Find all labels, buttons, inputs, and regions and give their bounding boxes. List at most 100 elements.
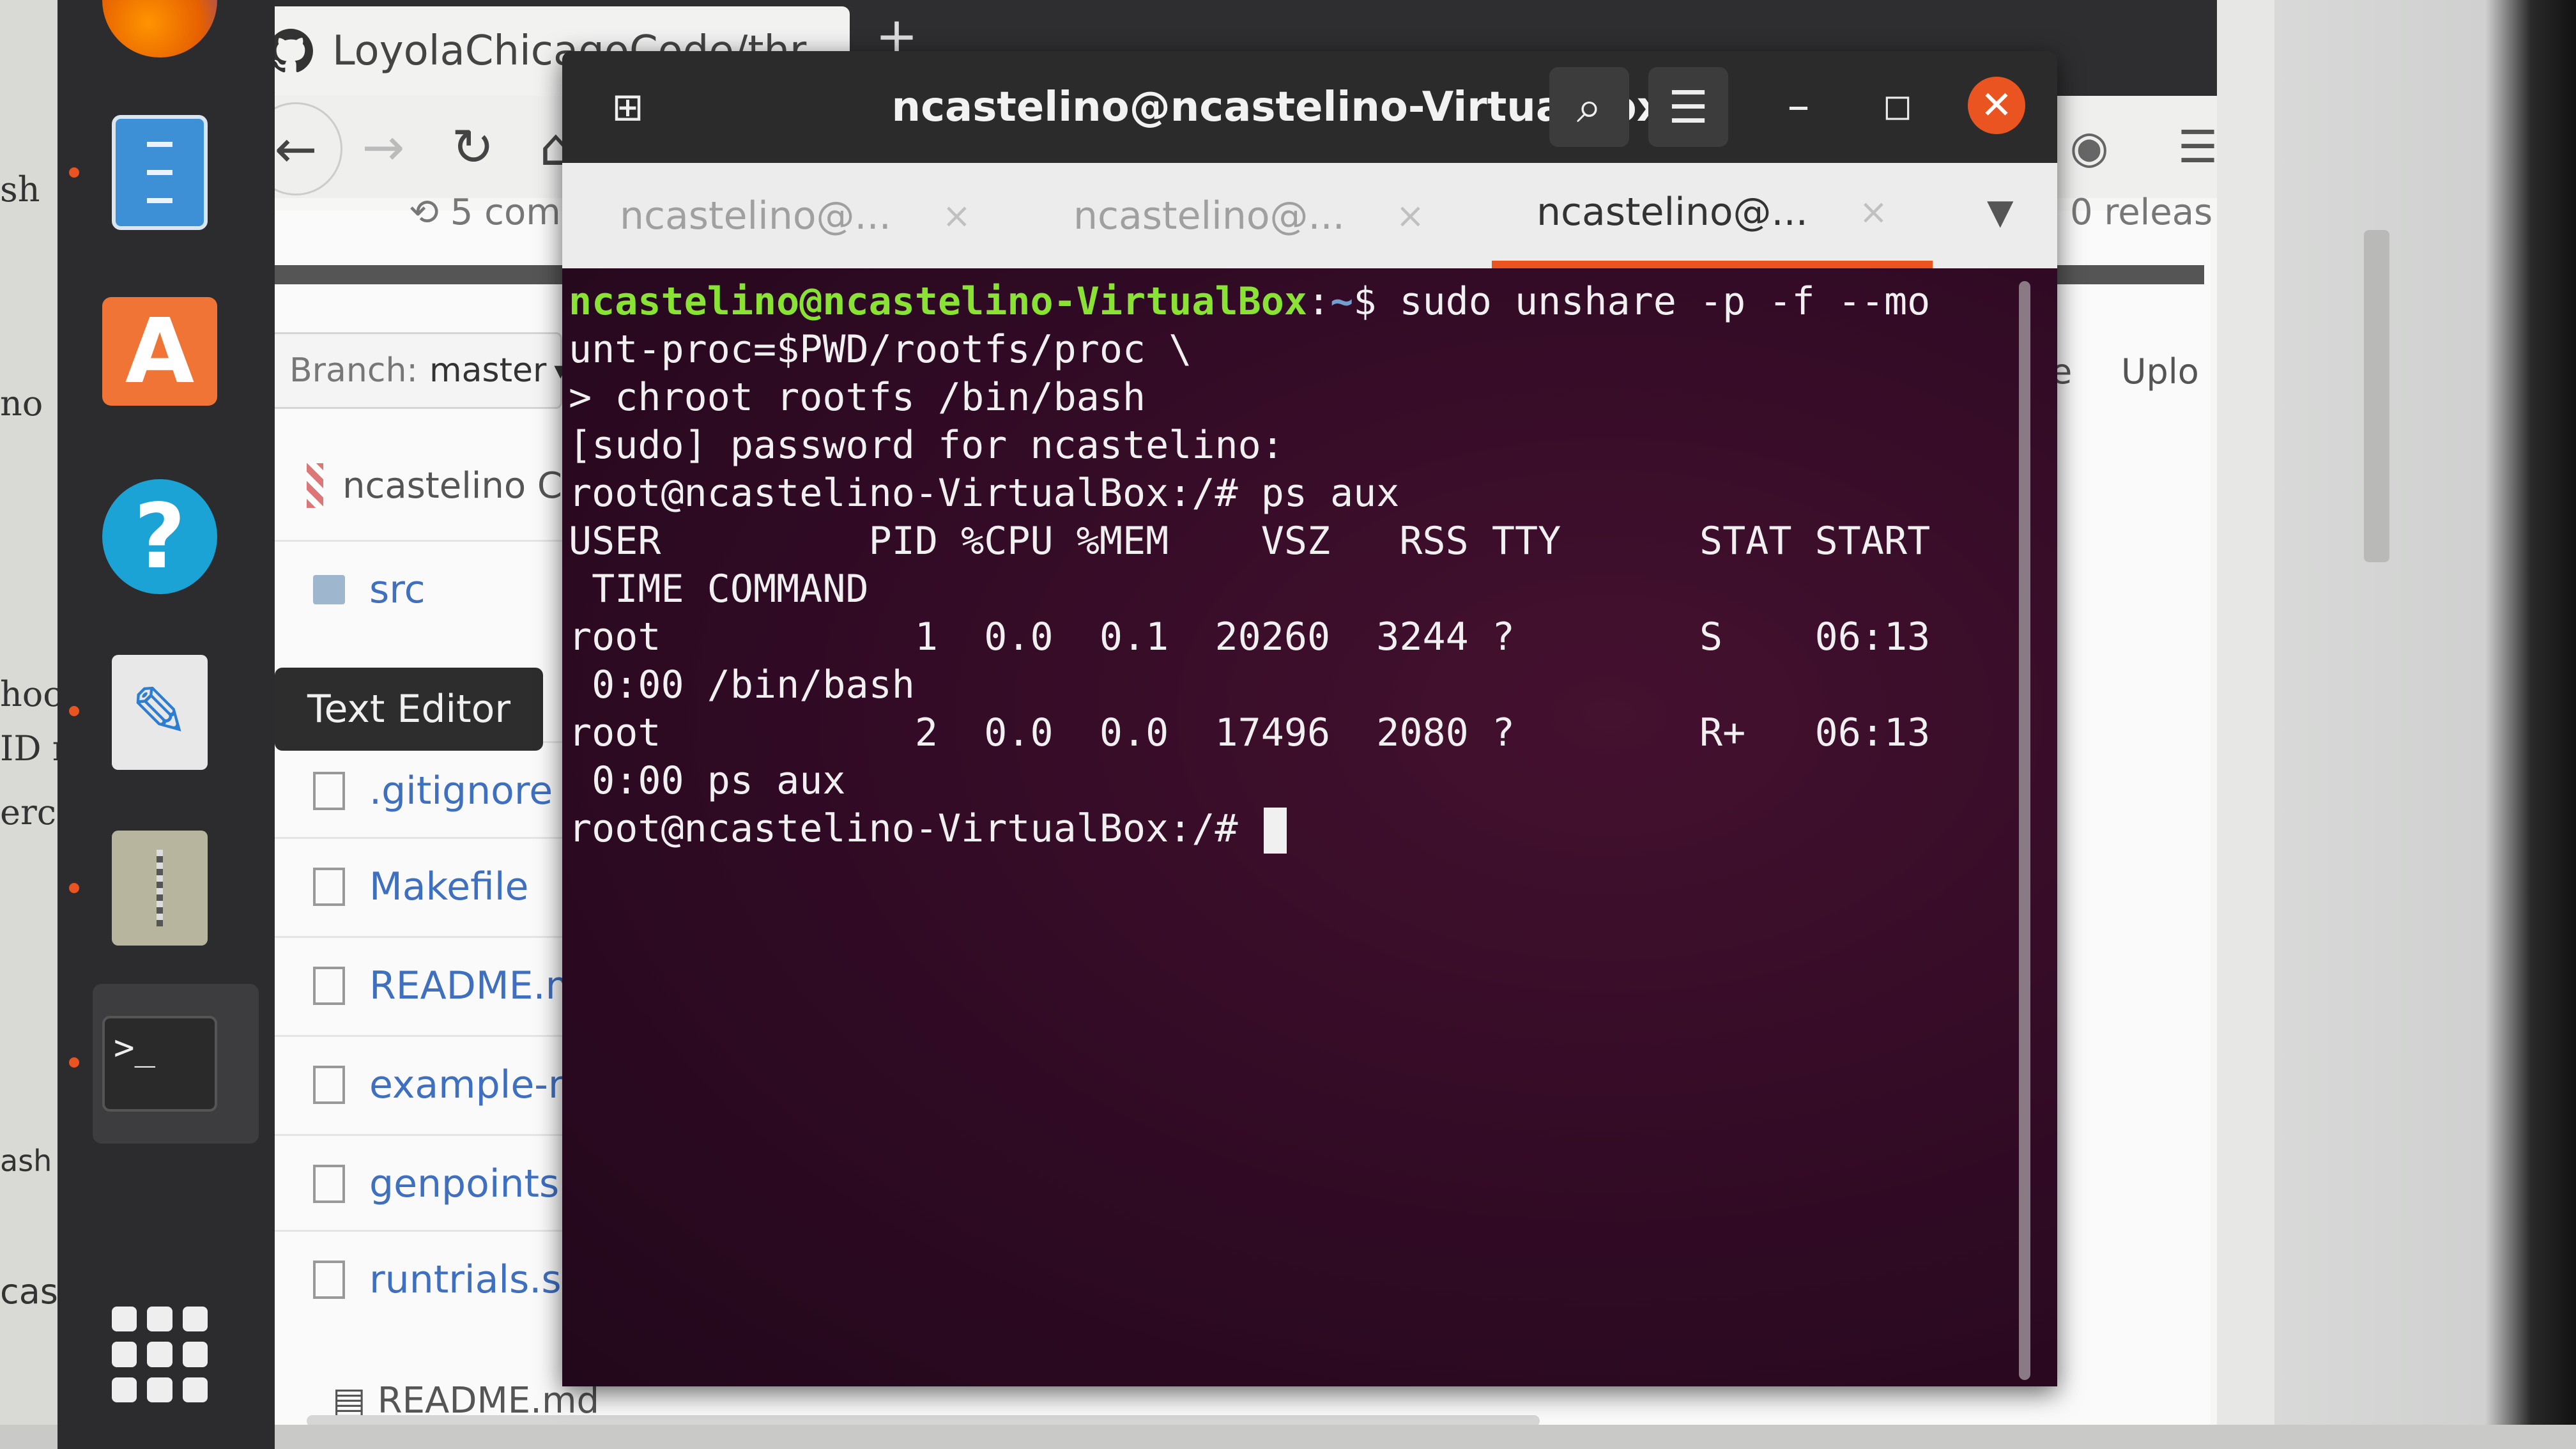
running-indicator bbox=[69, 706, 79, 716]
maximize-button[interactable]: ◻ bbox=[1862, 70, 1933, 141]
arrow-left-icon: ← bbox=[274, 119, 318, 179]
file-icon bbox=[313, 1261, 345, 1299]
account-icon: ◉ bbox=[2069, 121, 2109, 173]
doc-fragment: ash bbox=[0, 1144, 52, 1178]
monitor-bottom-edge bbox=[0, 1425, 2576, 1449]
terminal-line: 0:00 /bin/bash bbox=[569, 663, 915, 707]
commits-link[interactable]: ⟲ 5 com bbox=[409, 192, 561, 233]
branch-label: Branch: bbox=[289, 351, 418, 390]
close-icon: ✕ bbox=[1980, 83, 2013, 128]
prompt-text: root@ncastelino-VirtualBox:/# bbox=[569, 806, 1261, 851]
terminal-line: [sudo] password for ncastelino: bbox=[569, 423, 1284, 468]
terminal-line: root@ncastelino-VirtualBox:/# bbox=[569, 805, 1287, 854]
dock-help[interactable]: ? bbox=[96, 473, 224, 601]
dock-show-apps[interactable] bbox=[96, 1291, 224, 1418]
doc-fragment: erc bbox=[0, 792, 57, 832]
dock-software[interactable]: A bbox=[96, 288, 224, 415]
commits-count: 5 com bbox=[450, 192, 561, 233]
page-scrollbar[interactable] bbox=[2364, 230, 2389, 562]
text-cursor bbox=[1263, 808, 1287, 854]
terminal-line: TIME COMMAND bbox=[569, 567, 869, 611]
file-name: README.m bbox=[369, 963, 583, 1008]
menu-button[interactable]: ☰ bbox=[1648, 67, 1728, 147]
tabs-dropdown-button[interactable]: ▼ bbox=[1987, 192, 2014, 232]
help-icon: ? bbox=[102, 479, 217, 594]
terminal-scrollbar[interactable] bbox=[2019, 281, 2030, 1380]
dock-text-editor[interactable]: ✎ bbox=[96, 648, 224, 776]
tab-close-icon[interactable]: × bbox=[1396, 195, 1425, 236]
doc-fragment: hoc bbox=[0, 674, 61, 714]
file-row-example[interactable]: example-mu bbox=[275, 1035, 607, 1133]
terminal-icon: >_ bbox=[102, 1016, 217, 1112]
doc-fragment: no bbox=[0, 383, 43, 424]
terminal-line: unt-proc=$PWD/rootfs/proc \ bbox=[569, 327, 1192, 372]
dock-files[interactable] bbox=[96, 109, 224, 236]
terminal-tab-3[interactable]: ncastelino@... × bbox=[1492, 163, 1933, 268]
terminal-output[interactable]: ncastelino@ncastelino-VirtualBox:~$ sudo… bbox=[562, 268, 2057, 1386]
tab-label: ncastelino@... bbox=[1073, 193, 1345, 238]
file-row-src[interactable]: src bbox=[275, 540, 607, 638]
file-row-readme[interactable]: README.m bbox=[275, 936, 607, 1034]
command-text: $ sudo unshare -p -f --mo bbox=[1353, 279, 1931, 324]
hamburger-icon: ☰ bbox=[1668, 80, 1708, 134]
dock: A ? ✎ >_ bbox=[57, 0, 275, 1449]
search-button[interactable]: ⌕ bbox=[1549, 67, 1629, 147]
tab-close-icon[interactable]: × bbox=[1859, 192, 1888, 232]
terminal-tab-1[interactable]: ncastelino@... × bbox=[620, 163, 971, 268]
reload-icon: ↻ bbox=[451, 117, 494, 177]
upload-button[interactable]: Uplo bbox=[2121, 351, 2199, 392]
dock-archive[interactable] bbox=[96, 824, 224, 952]
running-indicator bbox=[69, 1057, 79, 1068]
archive-icon bbox=[112, 831, 208, 946]
terminal-line: > chroot rootfs /bin/bash bbox=[569, 375, 1146, 420]
arrow-right-icon: → bbox=[362, 117, 405, 177]
history-icon: ⟲ bbox=[409, 192, 450, 233]
file-name: src bbox=[369, 567, 425, 612]
file-icon bbox=[313, 868, 345, 906]
hamburger-icon: ☰ bbox=[2177, 121, 2218, 173]
file-icon bbox=[313, 1066, 345, 1104]
terminal-line: root 1 0.0 0.1 20260 3244 ? S 06:13 bbox=[569, 615, 1931, 659]
github-icon bbox=[268, 29, 313, 73]
reload-button[interactable]: ↻ bbox=[428, 102, 518, 192]
doc-fragment: ID n bbox=[0, 728, 61, 769]
software-center-icon: A bbox=[102, 297, 217, 406]
latest-commit: ncastelino C bbox=[307, 447, 562, 524]
tab-close-icon[interactable]: × bbox=[942, 195, 971, 236]
dock-firefox[interactable] bbox=[96, 0, 224, 64]
forward-button[interactable]: → bbox=[339, 102, 428, 192]
maximize-icon: ◻ bbox=[1882, 84, 1913, 126]
folder-icon bbox=[313, 575, 345, 604]
show-apps-icon bbox=[112, 1307, 208, 1402]
terminal-line: USER PID %CPU %MEM VSZ RSS TTY STAT STAR… bbox=[569, 519, 1931, 564]
minimize-button[interactable]: – bbox=[1763, 70, 1834, 141]
branch-select[interactable]: Branch: master ▾ bbox=[262, 332, 567, 409]
prompt-user-host: ncastelino@ncastelino-VirtualBox bbox=[569, 279, 1307, 324]
file-row-gitignore[interactable]: .gitignore bbox=[275, 741, 607, 839]
tab-label: ncastelino@... bbox=[1537, 189, 1808, 234]
terminal-window: ⊞ ncastelino@ncastelino-VirtualBox: ~ ⌕ … bbox=[562, 51, 2057, 1386]
terminal-line: ncastelino@ncastelino-VirtualBox:~$ sudo… bbox=[569, 278, 1930, 326]
files-icon bbox=[112, 115, 208, 230]
prompt-path: ~ bbox=[1330, 279, 1354, 324]
file-row-genpoints[interactable]: genpoints.py bbox=[275, 1134, 607, 1232]
dock-tooltip: Text Editor bbox=[275, 668, 543, 751]
background-document: sh no hoc ID n erc ash case, bbox=[0, 0, 61, 1449]
dock-terminal[interactable]: >_ bbox=[96, 1000, 224, 1128]
account-button[interactable]: ◉ bbox=[2044, 102, 2134, 192]
search-icon: ⌕ bbox=[1576, 80, 1602, 133]
terminal-line: root 2 0.0 0.0 17496 2080 ? R+ 06:13 bbox=[569, 710, 1931, 755]
avatar bbox=[307, 463, 324, 508]
terminal-line: 0:00 ps aux bbox=[569, 758, 846, 803]
minimize-icon: – bbox=[1787, 79, 1810, 132]
file-icon bbox=[313, 772, 345, 810]
tab-label: ncastelino@... bbox=[620, 193, 891, 238]
file-row-runtrials[interactable]: runtrials.sh bbox=[275, 1230, 607, 1328]
terminal-tab-2[interactable]: ncastelino@... × bbox=[1073, 163, 1425, 268]
close-button[interactable]: ✕ bbox=[1968, 77, 2025, 134]
releases-link[interactable]: 0 releas bbox=[2070, 192, 2212, 233]
running-indicator bbox=[69, 167, 79, 178]
monitor-bezel bbox=[2274, 0, 2576, 1449]
file-row-makefile[interactable]: Makefile bbox=[275, 837, 607, 935]
file-name: runtrials.sh bbox=[369, 1257, 586, 1302]
